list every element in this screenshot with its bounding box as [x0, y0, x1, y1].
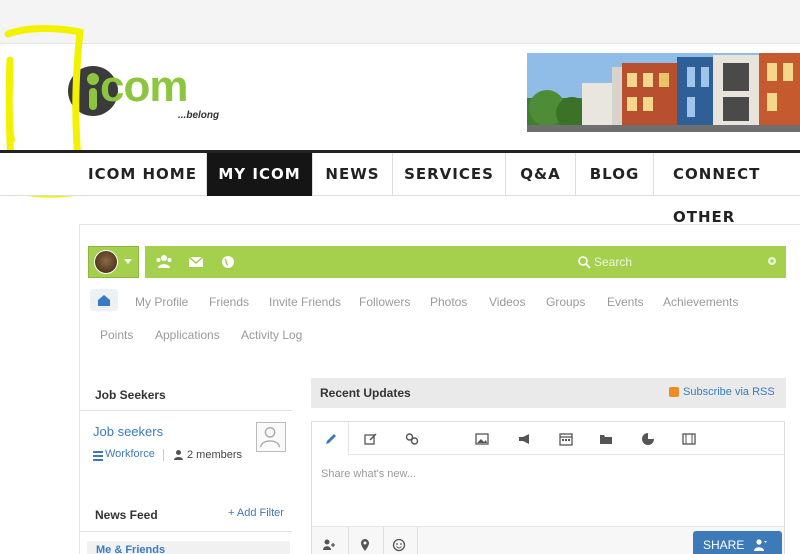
nav-qa[interactable]: Q&A	[506, 153, 576, 196]
share-button-label: SHARE	[703, 538, 745, 552]
add-filter-link[interactable]: + Add Filter	[228, 507, 284, 519]
gear-icon[interactable]	[766, 255, 778, 267]
link-icon[interactable]	[405, 432, 419, 446]
subnav-invite-friends[interactable]: Invite Friends	[269, 295, 341, 309]
nav-my-icom[interactable]: MY ICOM	[207, 153, 313, 196]
privacy-user-icon	[754, 539, 767, 551]
nav-services[interactable]: SERVICES	[393, 153, 506, 196]
folder-icon[interactable]	[599, 432, 613, 446]
home-tab[interactable]	[90, 289, 118, 311]
share-button[interactable]: SHARE	[693, 531, 782, 554]
nav-news[interactable]: NEWS	[313, 153, 393, 196]
job-seekers-heading: Job Seekers	[95, 388, 166, 402]
image-icon[interactable]	[475, 432, 489, 446]
megaphone-icon[interactable]	[518, 432, 532, 446]
search-icon[interactable]	[577, 255, 591, 269]
chevron-down-icon	[124, 259, 132, 264]
group-avatar-placeholder	[256, 422, 286, 452]
calendar-icon[interactable]	[559, 432, 573, 446]
logo-wordmark: com	[100, 62, 188, 111]
subnav-applications[interactable]: Applications	[155, 328, 220, 342]
logo-i-stem	[89, 88, 97, 110]
location-icon[interactable]	[358, 538, 372, 552]
community-toolbar: Search	[145, 246, 786, 278]
avatar	[94, 250, 118, 274]
header-building-photo	[527, 53, 800, 132]
tag-friend-icon[interactable]	[322, 538, 336, 552]
subnav-events[interactable]: Events	[607, 295, 644, 309]
subnav-activity-log[interactable]: Activity Log	[241, 328, 302, 342]
logo-tagline: ...belong	[178, 110, 220, 121]
divider	[417, 527, 418, 554]
divider	[163, 449, 164, 461]
home-icon	[98, 295, 110, 306]
main-navigation: ICOM HOME MY ICOM NEWS SERVICES Q&A BLOG…	[0, 150, 800, 226]
category-icon	[93, 451, 103, 461]
divider	[80, 531, 292, 532]
news-feed-heading: News Feed	[95, 508, 158, 522]
page: com ...belong ICOM HOME MY ICOM NEWS SER…	[0, 0, 800, 554]
subnav-my-profile[interactable]: My Profile	[135, 295, 188, 309]
avatar-menu-button[interactable]	[88, 246, 139, 278]
group-link-job-seekers[interactable]: Job seekers	[93, 424, 163, 439]
subnav-points[interactable]: Points	[100, 328, 133, 342]
browser-top-strip	[0, 0, 800, 44]
filter-me-and-friends[interactable]: Me & Friends	[96, 544, 165, 554]
composer-footer: SHARE	[312, 526, 784, 554]
pencil-icon	[326, 434, 336, 444]
nav-connect-other[interactable]: CONNECT OTHER	[654, 153, 800, 226]
recent-updates-header: Recent Updates Subscribe via RSS	[311, 378, 786, 408]
rss-icon	[669, 387, 679, 397]
subscribe-rss-link[interactable]: Subscribe via RSS	[683, 386, 775, 398]
subnav-followers[interactable]: Followers	[359, 295, 410, 309]
status-input[interactable]: Share what's new...	[321, 468, 416, 480]
subnav-friends[interactable]: Friends	[209, 295, 249, 309]
nav-blog[interactable]: BLOG	[576, 153, 654, 196]
subnav-photos[interactable]: Photos	[430, 295, 467, 309]
recent-updates-title: Recent Updates	[320, 386, 411, 400]
group-icon[interactable]	[155, 253, 173, 271]
smiley-icon[interactable]	[392, 538, 406, 552]
subnav-groups[interactable]: Groups	[546, 295, 585, 309]
group-member-count: 2 members	[187, 449, 243, 461]
divider	[348, 527, 349, 554]
film-icon[interactable]	[682, 432, 696, 446]
nav-icom-home[interactable]: ICOM HOME	[79, 153, 207, 196]
subnav-videos[interactable]: Videos	[489, 295, 525, 309]
status-composer: Share what's new... SHARE	[311, 421, 785, 554]
feed-filter-row[interactable]: Me & Friends	[87, 541, 290, 554]
mail-icon[interactable]	[187, 253, 205, 271]
members-icon	[174, 450, 183, 460]
building-illustration	[527, 53, 800, 132]
icom-logo[interactable]: com ...belong	[68, 62, 228, 124]
subnav-achievements[interactable]: Achievements	[663, 295, 738, 309]
divider	[383, 527, 384, 554]
status-tab[interactable]	[312, 422, 349, 456]
search-input[interactable]: Search	[594, 255, 632, 269]
community-panel: Search My Profile Friends Invite Friends…	[79, 224, 800, 554]
group-category-workforce[interactable]: Workforce	[105, 448, 155, 460]
edit-icon[interactable]	[364, 432, 378, 446]
user-placeholder-icon	[260, 426, 281, 448]
composer-toolbar	[312, 422, 784, 456]
pie-chart-icon[interactable]	[641, 432, 655, 446]
divider	[80, 410, 292, 411]
globe-icon[interactable]	[219, 253, 237, 271]
